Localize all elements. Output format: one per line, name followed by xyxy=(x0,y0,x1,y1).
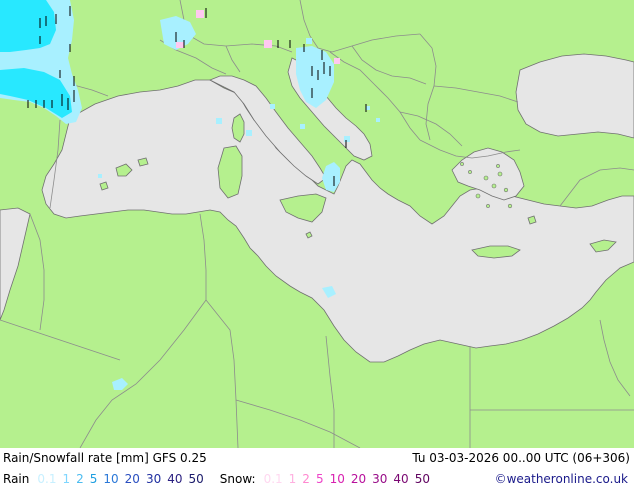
snow-legend-label: Snow: xyxy=(219,472,256,486)
footer-row-top: Rain/Snowfall rate [mm] GFS 0.25 Tu 03-0… xyxy=(0,448,634,469)
snow-legend-5: 20 xyxy=(350,472,367,486)
snow-legend-items: 0.1 1 2 5 10 20 30 40 50 xyxy=(264,469,436,490)
balearic-ibiza xyxy=(99,181,109,191)
rain-legend-1: 1 xyxy=(62,472,71,486)
snow-legend-1: 1 xyxy=(288,472,297,486)
snow-patch-alps-3 xyxy=(264,40,272,48)
rain-legend-6: 30 xyxy=(145,472,162,486)
snow-legend-3: 5 xyxy=(315,472,324,486)
rhodes xyxy=(527,215,537,225)
rain-legend-3: 5 xyxy=(89,472,98,486)
snow-legend-7: 40 xyxy=(393,472,409,486)
rain-legend-0: 0.1 xyxy=(37,472,57,486)
map-datetime: Tu 03-03-2026 00..00 UTC (06+306) xyxy=(412,451,630,465)
rain-legend-5: 20 xyxy=(124,472,140,486)
snow-legend-8: 50 xyxy=(414,472,430,486)
snow-legend-0: 0.1 xyxy=(263,472,283,486)
corsica xyxy=(231,113,245,143)
rain-legend-items: 0.1 1 2 5 10 20 30 40 50 xyxy=(37,469,209,490)
rain-legend-4: 10 xyxy=(103,472,119,486)
rain-legend-8: 50 xyxy=(188,472,204,486)
legend: Rain 0.1 1 2 5 10 20 30 40 50 Snow: 0.1 1 2 5 10 20 30… xyxy=(3,469,442,490)
rain-legend-label: Rain xyxy=(3,472,30,486)
snow-patch-balkans xyxy=(334,58,340,64)
snow-patch-alps-2 xyxy=(176,42,184,48)
footer: Rain/Snowfall rate [mm] GFS 0.25 Tu 03-0… xyxy=(0,448,634,490)
precipitation-map xyxy=(0,0,634,448)
snow-patch-alps-1 xyxy=(196,10,204,18)
map-title: Rain/Snowfall rate [mm] GFS 0.25 xyxy=(3,451,207,465)
snow-legend-2: 2 xyxy=(302,472,310,486)
credit-link[interactable]: ©weatheronline.co.uk xyxy=(495,469,628,490)
rain-legend-7: 40 xyxy=(167,472,183,486)
rain-legend-2: 2 xyxy=(76,472,84,486)
rain-area-northwest-heavy xyxy=(0,0,56,52)
snow-legend-6: 30 xyxy=(372,472,388,486)
black-sea xyxy=(515,53,634,139)
footer-row-bottom: Rain 0.1 1 2 5 10 20 30 40 50 Snow: 0.1 1 2 5 10 20 30… xyxy=(0,469,634,490)
snow-legend-4: 10 xyxy=(329,472,345,486)
